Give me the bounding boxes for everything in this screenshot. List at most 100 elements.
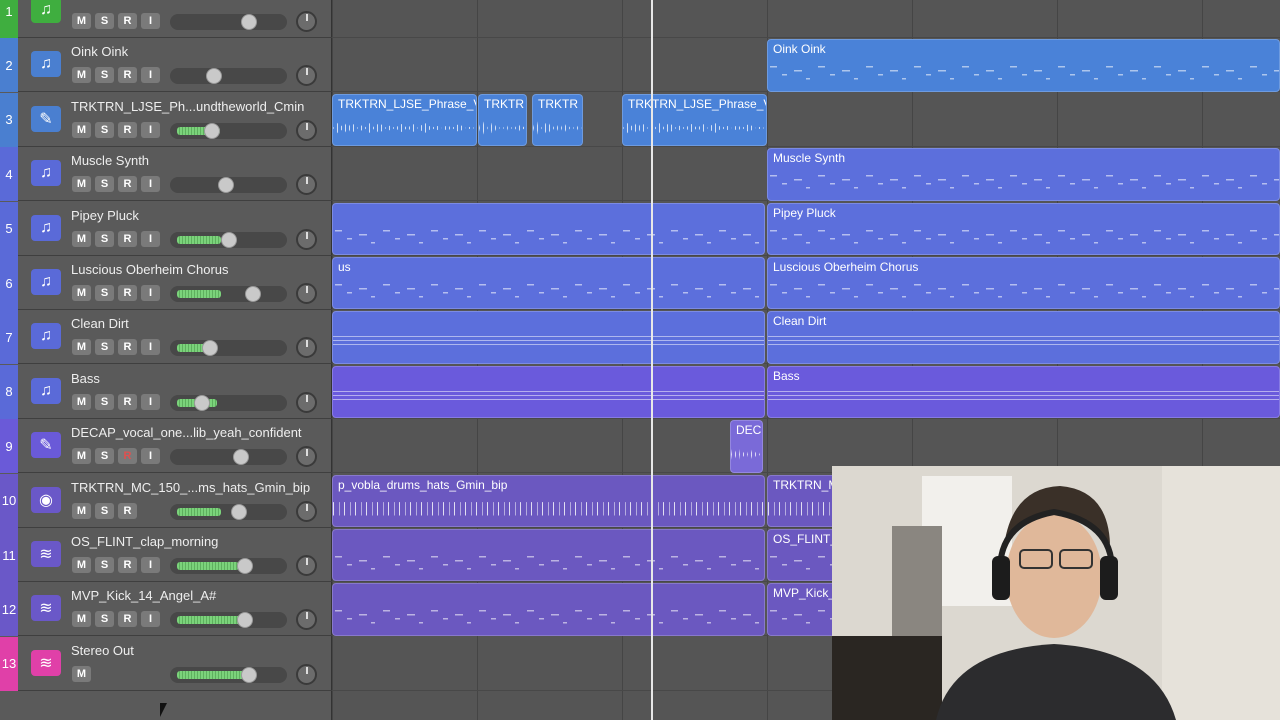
record-enable-button[interactable]: R bbox=[118, 13, 137, 29]
input-monitor-button[interactable]: I bbox=[141, 393, 160, 410]
track-header[interactable]: 5 ♫ Pipey Pluck M S R I bbox=[0, 201, 332, 256]
fader-knob[interactable] bbox=[206, 68, 223, 85]
record-enable-button[interactable]: R bbox=[118, 230, 137, 247]
mute-button[interactable]: M bbox=[72, 230, 91, 247]
pan-knob[interactable] bbox=[296, 609, 317, 631]
midi-region[interactable] bbox=[332, 365, 765, 419]
audio-region[interactable]: TRKTRN_LJSE_Phrase_V bbox=[332, 93, 477, 147]
pan-knob[interactable] bbox=[296, 663, 317, 685]
audio-region[interactable]: DEC bbox=[730, 420, 763, 473]
midi-region[interactable]: Bass bbox=[767, 365, 1280, 419]
track-name[interactable]: OS_FLINT_clap_morning bbox=[71, 534, 326, 549]
input-monitor-button[interactable]: I bbox=[141, 557, 160, 573]
mute-button[interactable]: M bbox=[72, 176, 91, 193]
mute-button[interactable]: M bbox=[72, 67, 91, 84]
volume-fader[interactable] bbox=[170, 68, 287, 85]
pan-knob[interactable] bbox=[296, 555, 317, 576]
volume-fader[interactable] bbox=[170, 231, 287, 248]
solo-button[interactable]: S bbox=[95, 13, 114, 29]
pan-knob[interactable] bbox=[296, 391, 317, 413]
track-lane[interactable] bbox=[332, 0, 1280, 38]
fader-knob[interactable] bbox=[240, 666, 257, 683]
mute-button[interactable]: M bbox=[72, 611, 91, 628]
mute-button[interactable]: M bbox=[72, 448, 91, 465]
solo-button[interactable]: S bbox=[95, 448, 114, 465]
track-name[interactable]: Bass bbox=[71, 371, 326, 386]
pan-knob[interactable] bbox=[296, 11, 317, 32]
volume-fader[interactable] bbox=[170, 612, 287, 629]
pan-knob[interactable] bbox=[296, 65, 317, 87]
audio-region[interactable]: TRKTRN_LJSE_Phrase_V bbox=[622, 93, 767, 147]
input-monitor-button[interactable]: I bbox=[141, 285, 160, 301]
midi-region[interactable] bbox=[332, 583, 765, 636]
pan-knob[interactable] bbox=[296, 174, 317, 196]
mute-button[interactable]: M bbox=[72, 393, 91, 410]
input-monitor-button[interactable]: I bbox=[141, 448, 160, 465]
solo-button[interactable]: S bbox=[95, 557, 114, 573]
track-header[interactable]: 3 ✎ TRKTRN_LJSE_Ph...undtheworld_Cmin M S R… bbox=[0, 92, 332, 147]
input-monitor-button[interactable]: I bbox=[141, 13, 160, 29]
record-enable-button[interactable]: R bbox=[118, 393, 137, 410]
playhead[interactable] bbox=[651, 0, 653, 720]
track-name[interactable]: DECAP_vocal_one...lib_yeah_confident bbox=[71, 425, 326, 440]
track-name[interactable]: Pipey Pluck bbox=[71, 208, 326, 223]
mute-button[interactable]: M bbox=[72, 285, 91, 301]
record-enable-button[interactable]: R bbox=[118, 339, 137, 356]
record-enable-button[interactable]: R bbox=[118, 502, 137, 519]
audio-region[interactable]: TRKTR bbox=[478, 93, 527, 147]
solo-button[interactable]: S bbox=[95, 339, 114, 356]
input-monitor-button[interactable]: I bbox=[141, 121, 160, 138]
midi-region[interactable]: Muscle Synth bbox=[767, 148, 1280, 201]
fader-knob[interactable] bbox=[236, 612, 253, 629]
pan-knob[interactable] bbox=[296, 337, 317, 359]
fader-knob[interactable] bbox=[202, 340, 219, 357]
fader-knob[interactable] bbox=[218, 177, 235, 194]
record-enable-button[interactable]: R bbox=[118, 67, 137, 84]
input-monitor-button[interactable]: I bbox=[141, 67, 160, 84]
volume-fader[interactable] bbox=[170, 122, 287, 139]
midi-region[interactable] bbox=[332, 529, 765, 582]
track-name[interactable]: Luscious Oberheim Chorus bbox=[71, 262, 326, 277]
track-name[interactable]: Muscle Synth bbox=[71, 153, 326, 168]
track-header[interactable]: 11 ≋ OS_FLINT_clap_morning M S R I bbox=[0, 528, 332, 582]
track-name[interactable]: TRKTRN_LJSE_Ph...undtheworld_Cmin bbox=[71, 99, 326, 114]
track-name[interactable]: TRKTRN_MC_150_...ms_hats_Gmin_bip bbox=[71, 480, 326, 495]
midi-region[interactable]: us bbox=[332, 257, 765, 310]
volume-fader[interactable] bbox=[170, 449, 287, 466]
track-header[interactable]: 7 ♫ Clean Dirt M S R I bbox=[0, 310, 332, 365]
fader-knob[interactable] bbox=[204, 122, 221, 139]
record-enable-button[interactable]: R bbox=[118, 285, 137, 301]
record-enable-button[interactable]: R bbox=[118, 557, 137, 573]
mute-button[interactable]: M bbox=[72, 665, 91, 682]
mute-button[interactable]: M bbox=[72, 121, 91, 138]
midi-region[interactable]: Clean Dirt bbox=[767, 311, 1280, 364]
track-header[interactable]: 12 ≋ MVP_Kick_14_Angel_A# M S R I bbox=[0, 582, 332, 637]
track-header[interactable]: 13 ≋ Stereo Out M bbox=[0, 636, 332, 691]
midi-region[interactable]: Oink Oink bbox=[767, 39, 1280, 92]
fader-knob[interactable] bbox=[244, 286, 261, 302]
input-monitor-button[interactable]: I bbox=[141, 611, 160, 628]
mute-button[interactable]: M bbox=[72, 502, 91, 519]
mute-button[interactable]: M bbox=[72, 339, 91, 356]
volume-fader[interactable] bbox=[170, 177, 287, 194]
midi-region[interactable] bbox=[332, 311, 765, 364]
audio-region[interactable]: TRKTR bbox=[532, 93, 583, 147]
fader-knob[interactable] bbox=[240, 14, 257, 30]
volume-fader[interactable] bbox=[170, 394, 287, 411]
volume-fader[interactable] bbox=[170, 558, 287, 574]
pan-knob[interactable] bbox=[296, 283, 317, 304]
solo-button[interactable]: S bbox=[95, 393, 114, 410]
volume-fader[interactable] bbox=[170, 666, 287, 683]
volume-fader[interactable] bbox=[170, 14, 287, 30]
fader-knob[interactable] bbox=[194, 394, 211, 411]
track-name[interactable]: Clean Dirt bbox=[71, 316, 326, 331]
record-enable-button[interactable]: R bbox=[118, 448, 137, 465]
pan-knob[interactable] bbox=[296, 446, 317, 468]
track-header[interactable]: 10 ◉ TRKTRN_MC_150_...ms_hats_Gmin_bip M S… bbox=[0, 473, 332, 528]
midi-region[interactable] bbox=[332, 202, 765, 255]
track-header[interactable]: 2 ♫ Oink Oink M S R I bbox=[0, 38, 332, 93]
volume-fader[interactable] bbox=[170, 503, 287, 520]
mute-button[interactable]: M bbox=[72, 13, 91, 29]
input-monitor-button[interactable]: I bbox=[141, 339, 160, 356]
input-monitor-button[interactable]: I bbox=[141, 176, 160, 193]
